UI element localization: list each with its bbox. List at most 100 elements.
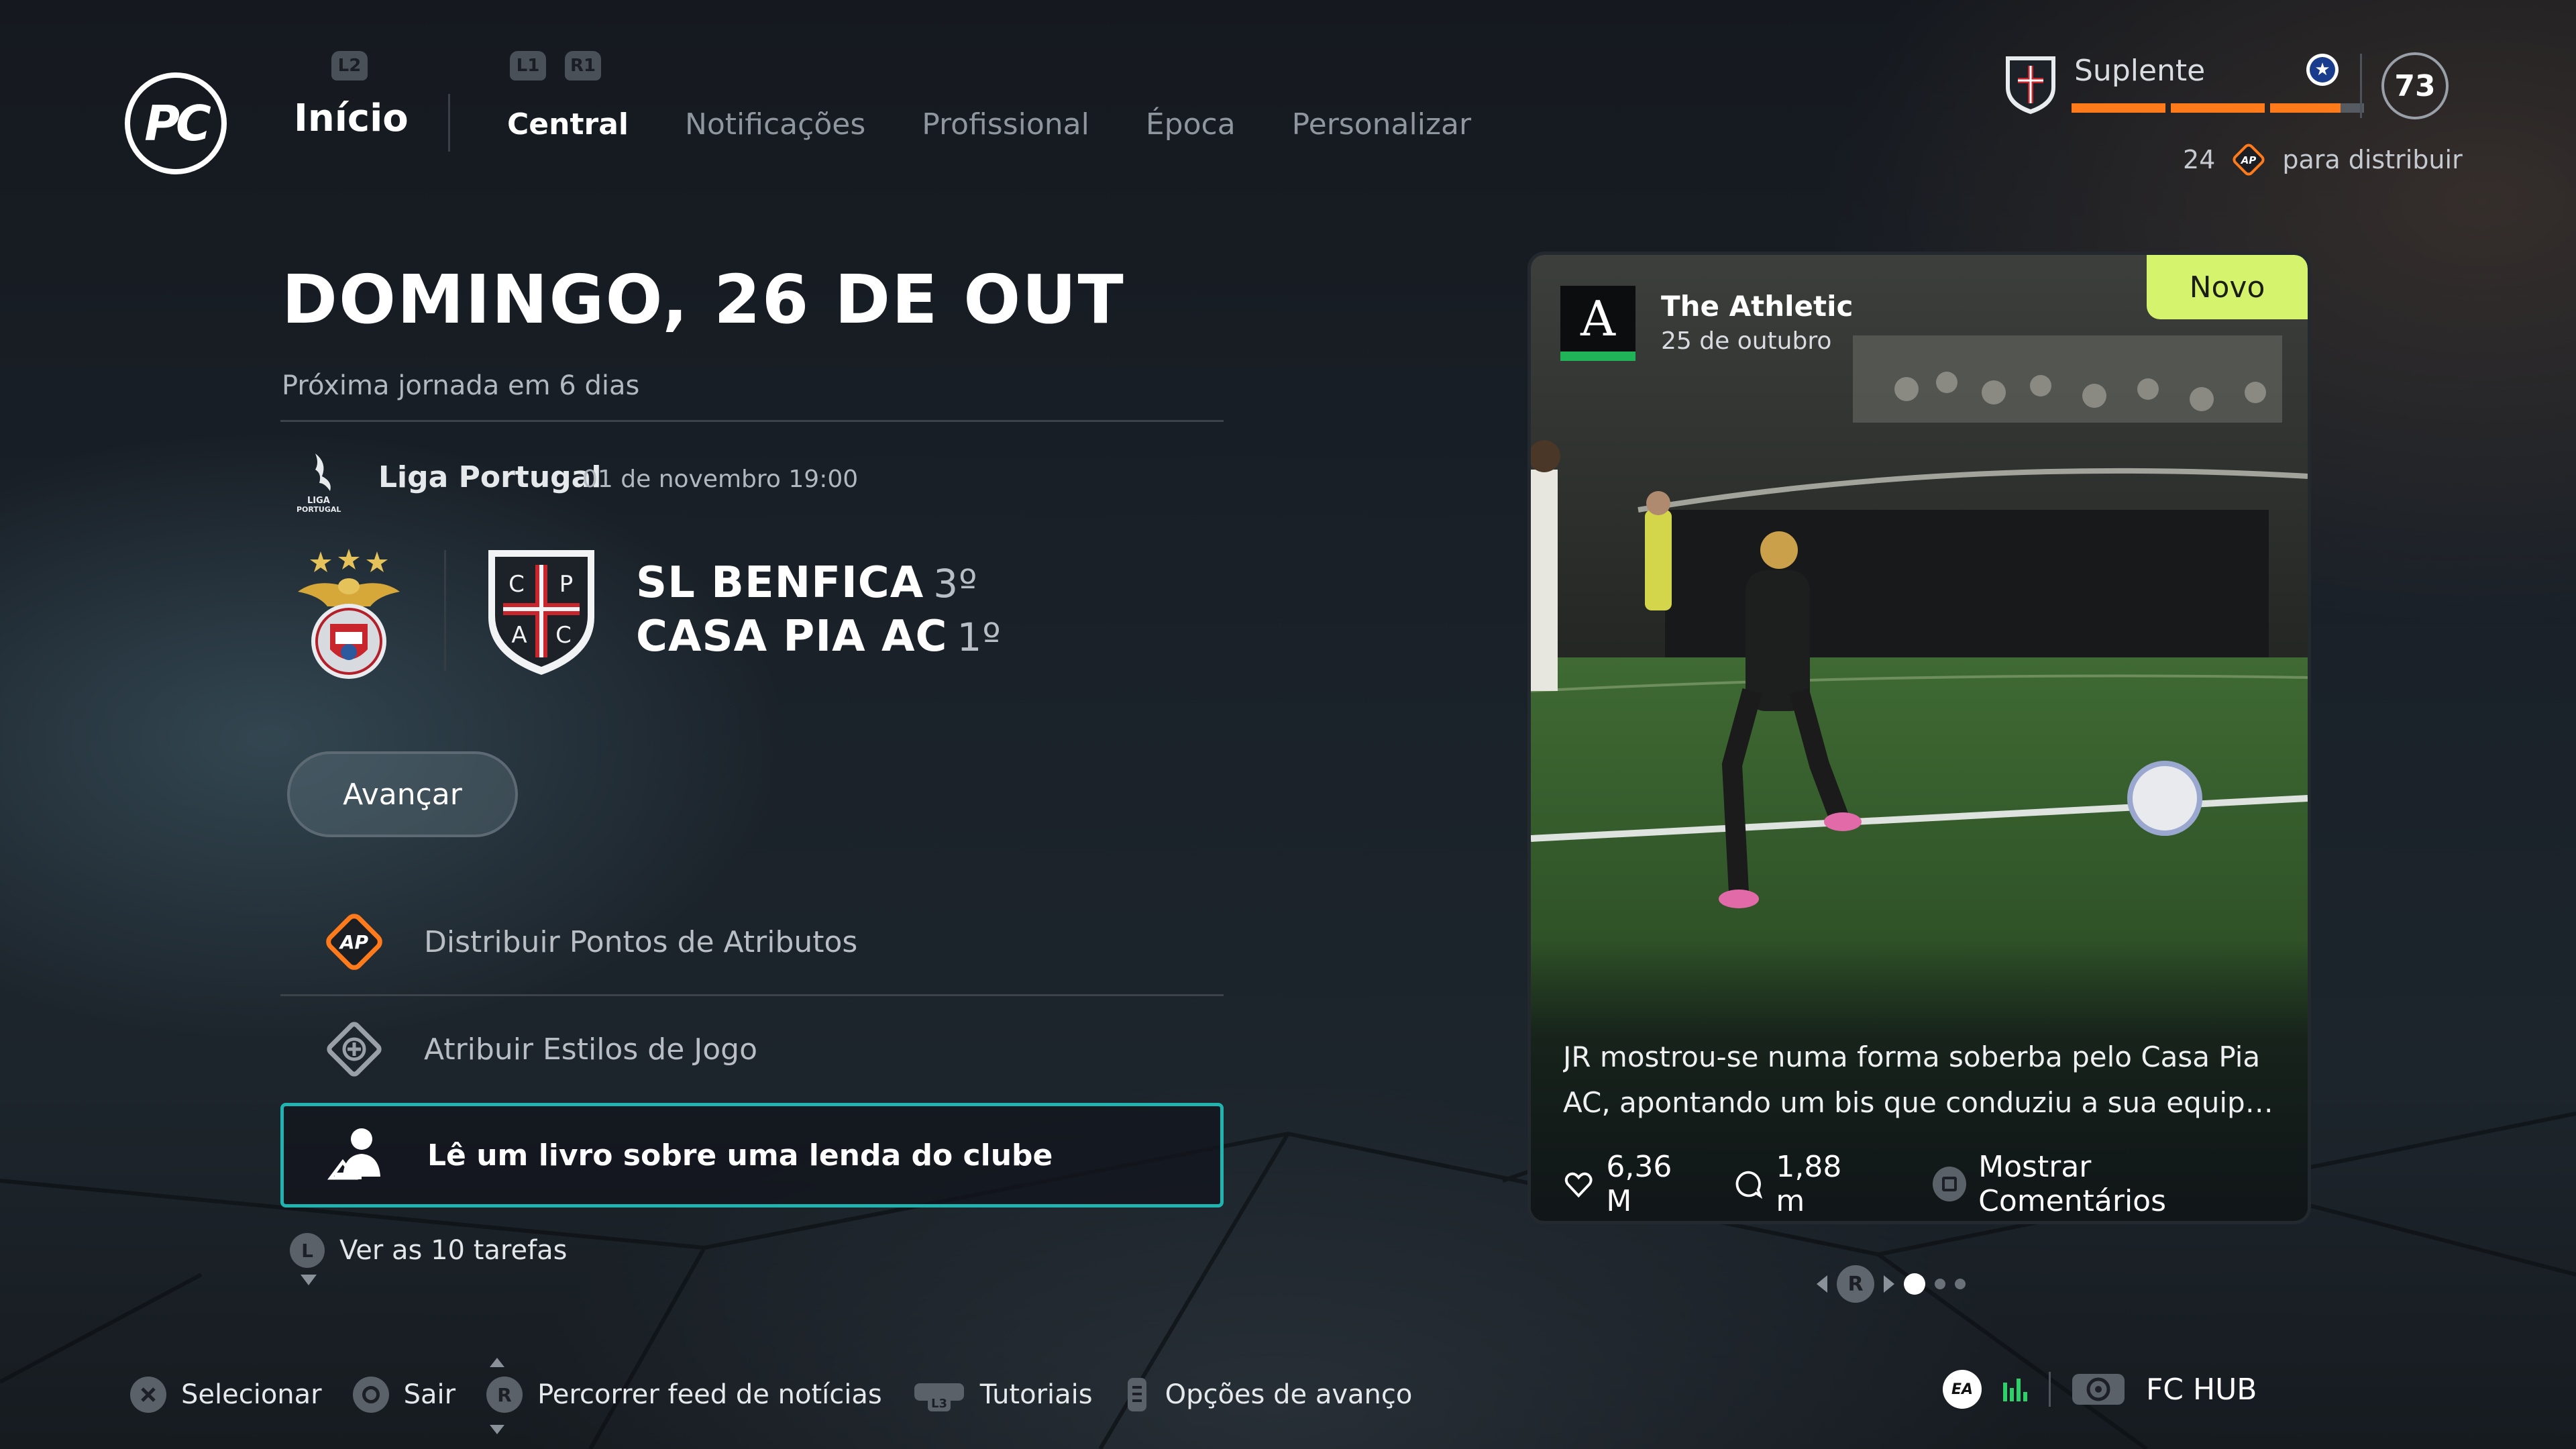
league-name: Liga Portugal	[378, 460, 602, 494]
nav-home[interactable]: Início	[294, 97, 409, 140]
new-badge: Novo	[2147, 255, 2308, 319]
ea-logo: EA	[1943, 1370, 1982, 1409]
comments-count: 1,88 m	[1733, 1150, 1876, 1218]
connection-bars-icon	[2003, 1379, 2027, 1401]
playstyle-diamond-icon	[327, 1022, 382, 1077]
chevron-left-icon[interactable]	[1817, 1275, 1827, 1293]
progress-segment	[2270, 103, 2364, 113]
pager-dot[interactable]	[1904, 1273, 1925, 1295]
likes: 6,36 M	[1563, 1150, 1703, 1218]
options-button-icon	[1127, 1378, 1146, 1411]
r-stick-icon: R	[486, 1377, 523, 1413]
chevron-right-icon[interactable]	[1884, 1275, 1894, 1293]
fc-hub-label: FC HUB	[2146, 1372, 2257, 1407]
next-round-countdown: Próxima jornada em 6 dias	[282, 370, 640, 401]
hint-tutorials[interactable]: L3 Tutoriais	[913, 1377, 1093, 1413]
task-label: Lê um livro sobre uma lenda do clube	[427, 1138, 1053, 1173]
article-date: 25 de outubro	[1661, 327, 1832, 355]
svg-text:A: A	[511, 622, 527, 649]
rank-progress-bar	[2072, 103, 2364, 113]
news-card[interactable]: Novo A The Athletic 25 de outubro JR mos…	[1531, 255, 2308, 1221]
svg-text:PORTUGAL: PORTUGAL	[297, 505, 341, 514]
club-crest-small-icon	[2006, 56, 2055, 114]
ap-diamond-icon: AP	[2233, 144, 2265, 176]
task-read-book[interactable]: Lê um livro sobre uma lenda do clube	[280, 1103, 1224, 1208]
ap-available: 24 AP para distribuir	[2183, 142, 2463, 177]
tab-notificacoes[interactable]: Notificações	[685, 107, 865, 142]
see-all-tasks[interactable]: L Ver as 10 tarefas	[290, 1233, 568, 1268]
player-rank-label: Suplente	[2074, 54, 2206, 88]
progress-segment	[2072, 103, 2165, 113]
profile-divider	[2360, 54, 2362, 118]
divider	[280, 994, 1224, 996]
cross-button-icon	[130, 1377, 166, 1413]
r-stick-icon: R	[1837, 1265, 1874, 1303]
article-summary: JR mostrou-se numa forma soberba pelo Ca…	[1563, 1040, 2281, 1119]
pager-dot[interactable]	[1935, 1279, 1945, 1289]
task-label: Distribuir Pontos de Atributos	[424, 924, 858, 959]
svg-text:P: P	[559, 571, 574, 598]
task-distribute-ap[interactable]: AP Distribuir Pontos de Atributos	[280, 890, 1224, 994]
svg-text:L3: L3	[931, 1397, 947, 1411]
ap-diamond-icon: AP	[326, 914, 382, 970]
hint-select[interactable]: Selecionar	[130, 1377, 322, 1413]
hint-news-feed[interactable]: R Percorrer feed de notícias	[486, 1377, 882, 1413]
progress-segment	[2171, 103, 2265, 113]
footer-hints: Selecionar Sair R Percorrer feed de notí…	[130, 1375, 1443, 1414]
page-title: DOMINGO, 26 DE OUT	[282, 260, 1125, 339]
svg-text:C: C	[508, 571, 525, 598]
article-stats: 6,36 M 1,88 m Mostrar Comentários	[1563, 1150, 2308, 1218]
l-stick-icon: L	[290, 1233, 325, 1268]
square-button-icon	[1932, 1167, 1967, 1201]
publisher-logo: A	[1560, 286, 1635, 361]
touchpad-l3-icon: L3	[914, 1383, 964, 1411]
svg-text:C: C	[555, 622, 572, 649]
away-team: CASA PIA AC 1º	[636, 612, 1002, 661]
benfica-crest-icon	[298, 549, 400, 679]
ap-count: 24	[2183, 145, 2216, 174]
nav-tabs: Central Notificações Profissional Época …	[507, 107, 1471, 142]
svg-text:AP: AP	[339, 931, 369, 953]
home-team: SL BENFICA 3º	[636, 558, 978, 608]
crest-divider	[444, 550, 446, 671]
hint-advance-options[interactable]: Opções de avanço	[1124, 1375, 1412, 1414]
svg-text:AP: AP	[2241, 154, 2257, 166]
news-pager: R	[1817, 1265, 1966, 1303]
tab-profissional[interactable]: Profissional	[922, 107, 1089, 142]
fc-hub[interactable]: EA FC HUB	[1943, 1370, 2257, 1409]
r1-hint-icon: R1	[565, 51, 602, 80]
publisher-name: The Athletic	[1661, 290, 1854, 323]
person-book-icon	[327, 1128, 380, 1180]
tab-personalizar[interactable]: Personalizar	[1292, 107, 1471, 142]
l1-hint-icon: L1	[510, 51, 546, 80]
liga-portugal-logo: LIGA PORTUGAL	[297, 453, 341, 514]
pager-dot[interactable]	[1955, 1279, 1966, 1289]
casa-pia-crest-icon: C P A C	[488, 550, 594, 675]
chevron-down-icon	[490, 1425, 504, 1434]
chevron-up-icon	[490, 1358, 504, 1367]
advance-button[interactable]: Avançar	[287, 751, 518, 837]
away-team-position: 1º	[957, 614, 1002, 660]
ap-suffix: para distribuir	[2282, 145, 2463, 174]
divider	[280, 420, 1224, 422]
chevron-down-icon	[301, 1275, 317, 1285]
show-comments-button[interactable]: Mostrar Comentários	[1932, 1150, 2278, 1218]
star-icon: ★	[2306, 54, 2339, 86]
tab-central[interactable]: Central	[507, 107, 629, 142]
hint-exit[interactable]: Sair	[352, 1377, 455, 1413]
footer-divider	[2049, 1372, 2051, 1407]
touchpad-icon	[2072, 1374, 2125, 1405]
kickoff-time: 01 de novembro 19:00	[582, 466, 859, 493]
nav-divider	[448, 94, 450, 152]
home-team-position: 3º	[933, 561, 978, 606]
circle-button-icon	[352, 1377, 389, 1413]
comment-bubble-icon	[1735, 1171, 1763, 1199]
l2-hint-icon: L2	[331, 51, 368, 80]
heart-icon	[1564, 1172, 1593, 1198]
overall-rating: 73	[2381, 52, 2449, 119]
task-assign-playstyles[interactable]: Atribuir Estilos de Jogo	[280, 997, 1224, 1102]
tab-epoca[interactable]: Época	[1146, 107, 1236, 142]
svg-text:LIGA: LIGA	[307, 496, 330, 506]
see-all-label: Ver as 10 tarefas	[339, 1235, 568, 1266]
task-label: Atribuir Estilos de Jogo	[424, 1032, 757, 1067]
